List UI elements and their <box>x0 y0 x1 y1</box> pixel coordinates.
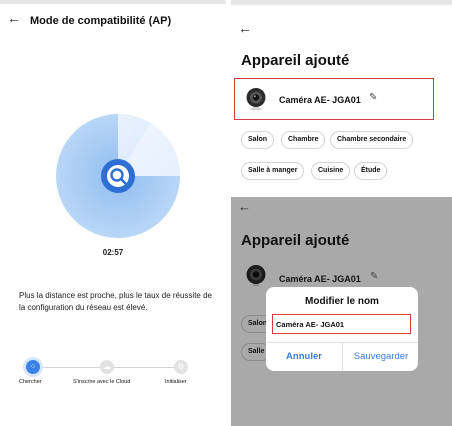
camera-icon <box>246 88 266 110</box>
edit-icon[interactable]: ✎ <box>369 92 377 103</box>
device-row[interactable]: Caméra AE- JGA01 ✎ <box>234 78 434 120</box>
room-chip-cuisine[interactable]: Cuisine <box>311 162 351 180</box>
save-button[interactable]: Sauvegarder <box>343 343 419 371</box>
camera-icon <box>246 265 266 286</box>
page-title: Appareil ajouté <box>241 52 350 69</box>
step-init-dot: ⚙ <box>174 360 188 374</box>
device-name: Caméra AE- JGA01 <box>279 274 361 284</box>
status-bar <box>0 0 226 4</box>
step-label-cloud: S'inscrire avec le Cloud <box>73 379 131 385</box>
name-input-wrapper <box>272 314 411 334</box>
edit-icon[interactable]: ✎ <box>370 271 378 282</box>
init-step-icon: ⚙ <box>177 362 185 371</box>
cloud-step-icon: ☁ <box>103 362 111 371</box>
step-connector <box>114 367 174 368</box>
step-label-init: Initialiser <box>165 379 187 385</box>
page-title: Mode de compatibilité (AP) <box>30 15 172 27</box>
rename-screen: ← Appareil ajouté Caméra AE- JGA01 ✎ Sal… <box>231 197 452 426</box>
room-chip-chambre[interactable]: Chambre <box>281 131 326 149</box>
step-connector <box>40 367 100 368</box>
cancel-button[interactable]: Annuler <box>266 343 342 371</box>
dialog-title: Modifier le nom <box>305 296 379 307</box>
room-chip-salle-a-manger[interactable]: Salle à manger <box>241 162 305 180</box>
scan-animation <box>56 114 181 238</box>
radar-graphic <box>56 114 181 238</box>
device-name: Caméra AE- JGA01 <box>279 95 361 105</box>
device-name-input[interactable] <box>276 318 404 330</box>
room-chip-chambre-secondaire[interactable]: Chambre secondaire <box>330 131 414 149</box>
countdown-timer: 02:57 <box>102 248 124 257</box>
step-cloud-dot: ☁ <box>100 360 114 374</box>
page-title: Appareil ajouté <box>241 232 350 249</box>
status-bar <box>231 0 452 5</box>
back-arrow-icon[interactable]: ← <box>238 200 251 213</box>
device-added-screen: ← Appareil ajouté Caméra AE- JGA01 ✎ Sal… <box>231 0 452 197</box>
step-label-search: Chercher <box>19 379 42 385</box>
search-step-icon: ⁘ <box>29 362 37 371</box>
rename-dialog: Modifier le nom Annuler Sauvegarder <box>266 287 418 371</box>
step-search-dot: ⁘ <box>26 360 40 374</box>
ap-mode-screen: ← Mode de compatibilité (AP) 02:57 Plus … <box>0 0 226 426</box>
back-arrow-icon[interactable]: ← <box>7 11 21 25</box>
room-chip-salon[interactable]: Salon <box>241 131 275 149</box>
room-chip-etude[interactable]: Étude <box>354 162 388 180</box>
distance-tip: Plus la distance est proche, plus le tau… <box>19 291 212 312</box>
back-arrow-icon[interactable]: ← <box>238 21 252 35</box>
